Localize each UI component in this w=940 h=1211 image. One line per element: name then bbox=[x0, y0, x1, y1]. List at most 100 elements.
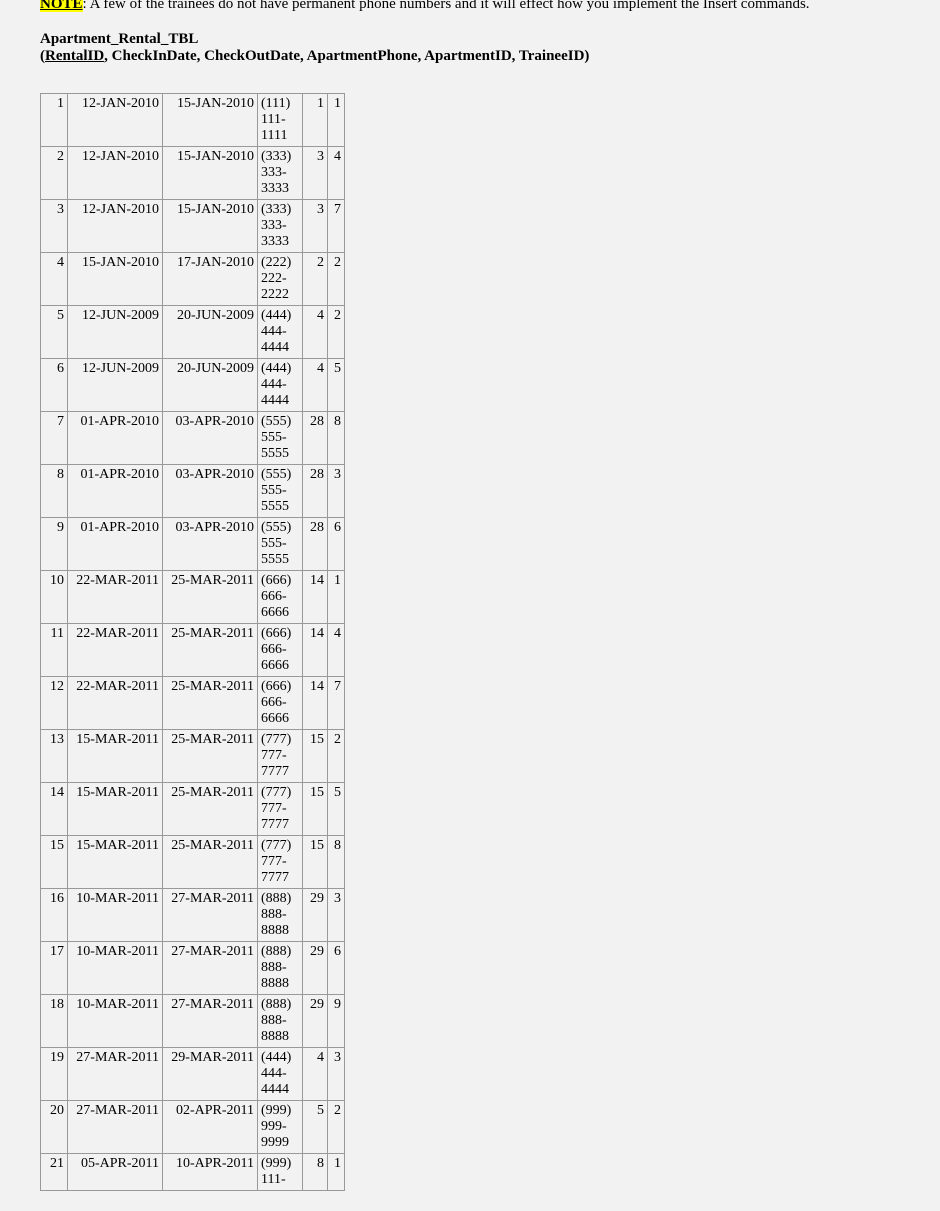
checkin-cell: 12-JAN-2010 bbox=[68, 147, 163, 200]
apartment-id-cell: 28 bbox=[303, 412, 328, 465]
table-row: 1022-MAR-201125-MAR-2011(666) 666-666614… bbox=[41, 571, 345, 624]
note-highlight: NOTE bbox=[40, 0, 83, 12]
table-row: 512-JUN-200920-JUN-2009(444) 444-444442 bbox=[41, 306, 345, 359]
checkout-cell: 27-MAR-2011 bbox=[163, 942, 258, 995]
apartment-id-cell: 3 bbox=[303, 147, 328, 200]
trainee-id-cell: 4 bbox=[328, 147, 345, 200]
rental-id-cell: 21 bbox=[41, 1154, 68, 1191]
apartment-id-cell: 4 bbox=[303, 1048, 328, 1101]
table-row: 2105-APR-201110-APR-2011(999) 111-81 bbox=[41, 1154, 345, 1191]
checkin-cell: 22-MAR-2011 bbox=[68, 571, 163, 624]
rental-id-cell: 20 bbox=[41, 1101, 68, 1154]
checkout-cell: 15-JAN-2010 bbox=[163, 94, 258, 147]
trainee-id-cell: 1 bbox=[328, 571, 345, 624]
paren-close: ) bbox=[584, 48, 589, 64]
trainee-id-cell: 7 bbox=[328, 200, 345, 253]
rental-id-cell: 4 bbox=[41, 253, 68, 306]
checkin-cell: 10-MAR-2011 bbox=[68, 995, 163, 1048]
checkout-cell: 15-JAN-2010 bbox=[163, 200, 258, 253]
phone-cell: (999) 111- bbox=[258, 1154, 303, 1191]
apartment-id-cell: 14 bbox=[303, 571, 328, 624]
table-row: 1315-MAR-201125-MAR-2011(777) 777-777715… bbox=[41, 730, 345, 783]
apartment-id-cell: 4 bbox=[303, 359, 328, 412]
checkout-cell: 25-MAR-2011 bbox=[163, 571, 258, 624]
checkin-cell: 10-MAR-2011 bbox=[68, 942, 163, 995]
apartment-id-cell: 15 bbox=[303, 836, 328, 889]
table-row: 1415-MAR-201125-MAR-2011(777) 777-777715… bbox=[41, 783, 345, 836]
phone-cell: (444) 444-4444 bbox=[258, 359, 303, 412]
rental-id-cell: 11 bbox=[41, 624, 68, 677]
apartment-id-cell: 15 bbox=[303, 783, 328, 836]
checkin-cell: 12-JAN-2010 bbox=[68, 94, 163, 147]
phone-cell: (666) 666-6666 bbox=[258, 677, 303, 730]
checkin-cell: 15-MAR-2011 bbox=[68, 836, 163, 889]
apartment-id-cell: 15 bbox=[303, 730, 328, 783]
checkin-cell: 12-JUN-2009 bbox=[68, 306, 163, 359]
note-text: : A few of the trainees do not have perm… bbox=[83, 0, 810, 12]
checkout-cell: 27-MAR-2011 bbox=[163, 889, 258, 942]
phone-cell: (555) 555-5555 bbox=[258, 465, 303, 518]
checkout-cell: 25-MAR-2011 bbox=[163, 677, 258, 730]
trainee-id-cell: 2 bbox=[328, 1101, 345, 1154]
rental-id-cell: 5 bbox=[41, 306, 68, 359]
rental-id-cell: 18 bbox=[41, 995, 68, 1048]
checkout-cell: 10-APR-2011 bbox=[163, 1154, 258, 1191]
trainee-id-cell: 3 bbox=[328, 465, 345, 518]
phone-cell: (888) 888-8888 bbox=[258, 889, 303, 942]
table-row: 312-JAN-201015-JAN-2010(333) 333-333337 bbox=[41, 200, 345, 253]
trainee-id-cell: 8 bbox=[328, 412, 345, 465]
checkin-cell: 22-MAR-2011 bbox=[68, 677, 163, 730]
checkout-cell: 17-JAN-2010 bbox=[163, 253, 258, 306]
trainee-id-cell: 7 bbox=[328, 677, 345, 730]
phone-cell: (555) 555-5555 bbox=[258, 412, 303, 465]
rental-id-cell: 15 bbox=[41, 836, 68, 889]
phone-cell: (444) 444-4444 bbox=[258, 306, 303, 359]
checkin-cell: 01-APR-2010 bbox=[68, 412, 163, 465]
primary-key: RentalID bbox=[45, 48, 104, 64]
rental-id-cell: 12 bbox=[41, 677, 68, 730]
phone-cell: (333) 333-3333 bbox=[258, 200, 303, 253]
trainee-id-cell: 5 bbox=[328, 359, 345, 412]
checkin-cell: 12-JAN-2010 bbox=[68, 200, 163, 253]
apartment-id-cell: 28 bbox=[303, 518, 328, 571]
checkin-cell: 12-JUN-2009 bbox=[68, 359, 163, 412]
rental-id-cell: 1 bbox=[41, 94, 68, 147]
table-row: 701-APR-201003-APR-2010(555) 555-5555288 bbox=[41, 412, 345, 465]
table-row: 112-JAN-201015-JAN-2010(111) 111-111111 bbox=[41, 94, 345, 147]
trainee-id-cell: 9 bbox=[328, 995, 345, 1048]
checkin-cell: 10-MAR-2011 bbox=[68, 889, 163, 942]
checkout-cell: 25-MAR-2011 bbox=[163, 836, 258, 889]
trainee-id-cell: 6 bbox=[328, 518, 345, 571]
table-row: 212-JAN-201015-JAN-2010(333) 333-333334 bbox=[41, 147, 345, 200]
checkin-cell: 05-APR-2011 bbox=[68, 1154, 163, 1191]
table-row: 1927-MAR-201129-MAR-2011(444) 444-444443 bbox=[41, 1048, 345, 1101]
phone-cell: (888) 888-8888 bbox=[258, 942, 303, 995]
checkout-cell: 25-MAR-2011 bbox=[163, 783, 258, 836]
table-row: 415-JAN-201017-JAN-2010(222) 222-222222 bbox=[41, 253, 345, 306]
checkout-cell: 20-JUN-2009 bbox=[163, 306, 258, 359]
phone-cell: (888) 888-8888 bbox=[258, 995, 303, 1048]
rental-id-cell: 13 bbox=[41, 730, 68, 783]
checkout-cell: 25-MAR-2011 bbox=[163, 730, 258, 783]
phone-cell: (444) 444-4444 bbox=[258, 1048, 303, 1101]
apartment-id-cell: 28 bbox=[303, 465, 328, 518]
trainee-id-cell: 6 bbox=[328, 942, 345, 995]
apartment-id-cell: 3 bbox=[303, 200, 328, 253]
checkout-cell: 27-MAR-2011 bbox=[163, 995, 258, 1048]
table-row: 2027-MAR-201102-APR-2011(999) 999-999952 bbox=[41, 1101, 345, 1154]
apartment-id-cell: 5 bbox=[303, 1101, 328, 1154]
apartment-id-cell: 29 bbox=[303, 995, 328, 1048]
trainee-id-cell: 5 bbox=[328, 783, 345, 836]
checkout-cell: 02-APR-2011 bbox=[163, 1101, 258, 1154]
rental-id-cell: 16 bbox=[41, 889, 68, 942]
note-line: NOTE: A few of the trainees do not have … bbox=[40, 0, 900, 13]
checkin-cell: 01-APR-2010 bbox=[68, 465, 163, 518]
trainee-id-cell: 2 bbox=[328, 253, 345, 306]
rental-id-cell: 6 bbox=[41, 359, 68, 412]
trainee-id-cell: 3 bbox=[328, 1048, 345, 1101]
phone-cell: (666) 666-6666 bbox=[258, 571, 303, 624]
rental-id-cell: 8 bbox=[41, 465, 68, 518]
apartment-id-cell: 1 bbox=[303, 94, 328, 147]
apartment-id-cell: 29 bbox=[303, 889, 328, 942]
rental-id-cell: 7 bbox=[41, 412, 68, 465]
